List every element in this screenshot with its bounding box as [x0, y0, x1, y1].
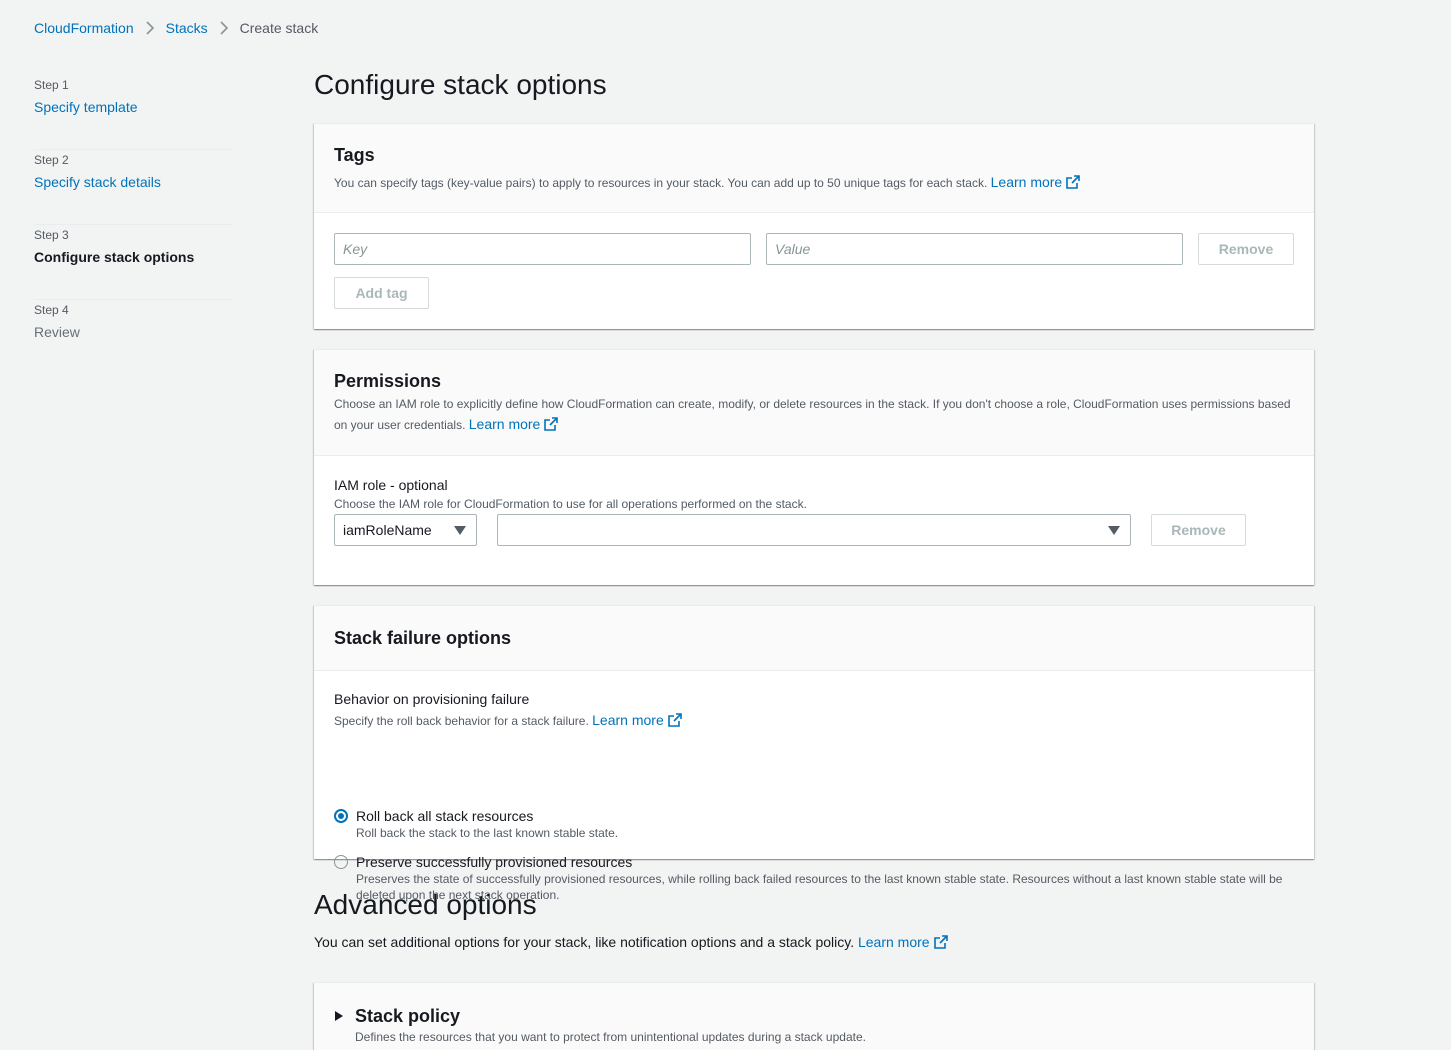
step-3: Step 3 Configure stack options [34, 225, 232, 300]
breadcrumb-current: Create stack [239, 20, 319, 36]
external-link-icon [667, 713, 682, 727]
tags-description-text: You can specify tags (key-value pairs) t… [334, 176, 988, 190]
tags-body: Key Value Remove Add tag [314, 213, 1314, 329]
stack-failure-title: Stack failure options [334, 628, 512, 648]
step-current-configure-stack-options: Configure stack options [34, 249, 195, 265]
behavior-description: Specify the roll back behavior for a sta… [334, 712, 1294, 729]
chevron-right-icon [208, 21, 240, 35]
step-number: Step 2 [34, 153, 69, 167]
caret-down-icon [454, 526, 466, 535]
breadcrumb-stacks[interactable]: Stacks [166, 20, 208, 36]
iam-role-select[interactable] [497, 514, 1131, 546]
iam-role-label: IAM role - optional [334, 477, 448, 493]
breadcrumb-cloudformation[interactable]: CloudFormation [34, 20, 134, 36]
external-link-icon [933, 935, 948, 949]
external-link-icon [1066, 175, 1081, 189]
advanced-options-title: Advanced options [314, 889, 537, 920]
iam-role-remove-button[interactable]: Remove [1151, 514, 1246, 546]
behavior-description-text: Specify the roll back behavior for a sta… [334, 714, 589, 728]
step-1: Step 1 Specify template [34, 75, 232, 150]
step-number: Step 3 [34, 228, 69, 242]
tags-header: Tags You can specify tags (key-value pai… [314, 124, 1314, 213]
caret-down-icon [1108, 526, 1120, 535]
iam-role-description: Choose the IAM role for CloudFormation t… [334, 497, 807, 511]
stack-policy-title: Stack policy [355, 1006, 461, 1026]
behavior-label: Behavior on provisioning failure [334, 691, 530, 707]
failure-learn-more-link[interactable]: Learn more [592, 712, 682, 728]
advanced-learn-more-link[interactable]: Learn more [858, 934, 948, 950]
permissions-body: IAM role - optional Choose the IAM role … [314, 456, 1314, 585]
caret-right-icon [335, 1011, 343, 1021]
step-link-specify-template[interactable]: Specify template [34, 98, 232, 116]
step-2: Step 2 Specify stack details [34, 150, 232, 225]
advanced-options-description-text: You can set additional options for your … [314, 934, 855, 950]
tags-learn-more-link[interactable]: Learn more [991, 174, 1081, 190]
permissions-learn-more-label: Learn more [468, 416, 541, 432]
chevron-right-icon [134, 21, 166, 35]
radio-dot [338, 813, 344, 819]
stack-policy-description: Defines the resources that you want to p… [355, 1030, 866, 1044]
step-review: Review [34, 324, 80, 340]
radio-label: Roll back all stack resources [356, 808, 534, 824]
advanced-options-description: You can set additional options for your … [314, 932, 948, 952]
external-link-icon [544, 417, 559, 431]
radio-roll-back-all[interactable]: Roll back all stack resources Roll back … [334, 807, 1284, 841]
iam-role-type-value: iamRoleName [343, 522, 432, 538]
stack-policy-toggle[interactable]: Stack policy [334, 1005, 460, 1027]
permissions-panel: Permissions Choose an IAM role to explic… [314, 349, 1314, 585]
permissions-learn-more-link[interactable]: Learn more [469, 416, 559, 432]
page-title: Configure stack options [314, 69, 607, 100]
radio-unselected[interactable] [334, 855, 348, 869]
radio-label: Preserve successfully provisioned resour… [356, 854, 633, 870]
wizard-steps: Step 1 Specify template Step 2 Specify s… [34, 75, 232, 375]
step-number: Step 1 [34, 78, 69, 92]
tags-description: You can specify tags (key-value pairs) t… [334, 172, 1294, 193]
failure-learn-more-label: Learn more [592, 712, 664, 728]
step-number: Step 4 [34, 303, 69, 317]
stack-policy-panel: Stack policy Defines the resources that … [314, 982, 1314, 1050]
tags-title: Tags [334, 145, 375, 165]
radio-description: Roll back the stack to the last known st… [356, 826, 619, 840]
radio-text: Roll back all stack resources Roll back … [356, 807, 618, 841]
stack-failure-panel: Stack failure options Behavior on provis… [314, 605, 1314, 902]
advanced-learn-more-label: Learn more [857, 934, 930, 950]
permissions-title: Permissions [334, 371, 442, 391]
step-link-specify-stack-details[interactable]: Specify stack details [34, 173, 232, 191]
stack-failure-header: Stack failure options [314, 606, 1314, 671]
tag-remove-button[interactable]: Remove [1198, 233, 1294, 265]
tags-panel: Tags You can specify tags (key-value pai… [314, 123, 1314, 329]
stack-failure-body: Behavior on provisioning failure Specify… [314, 671, 1314, 902]
iam-role-type-select[interactable]: iamRoleName [334, 514, 477, 546]
breadcrumb: CloudFormation Stacks Create stack [34, 19, 318, 37]
step-4: Step 4 Review [34, 300, 232, 375]
permissions-header: Permissions Choose an IAM role to explic… [314, 350, 1314, 456]
add-tag-button[interactable]: Add tag [334, 277, 429, 309]
tag-key-input[interactable]: Key [334, 233, 751, 265]
radio-selected[interactable] [334, 809, 348, 823]
permissions-description: Choose an IAM role to explicitly define … [334, 394, 1294, 435]
tag-value-input[interactable]: Value [766, 233, 1183, 265]
tags-learn-more-label: Learn more [990, 174, 1063, 190]
